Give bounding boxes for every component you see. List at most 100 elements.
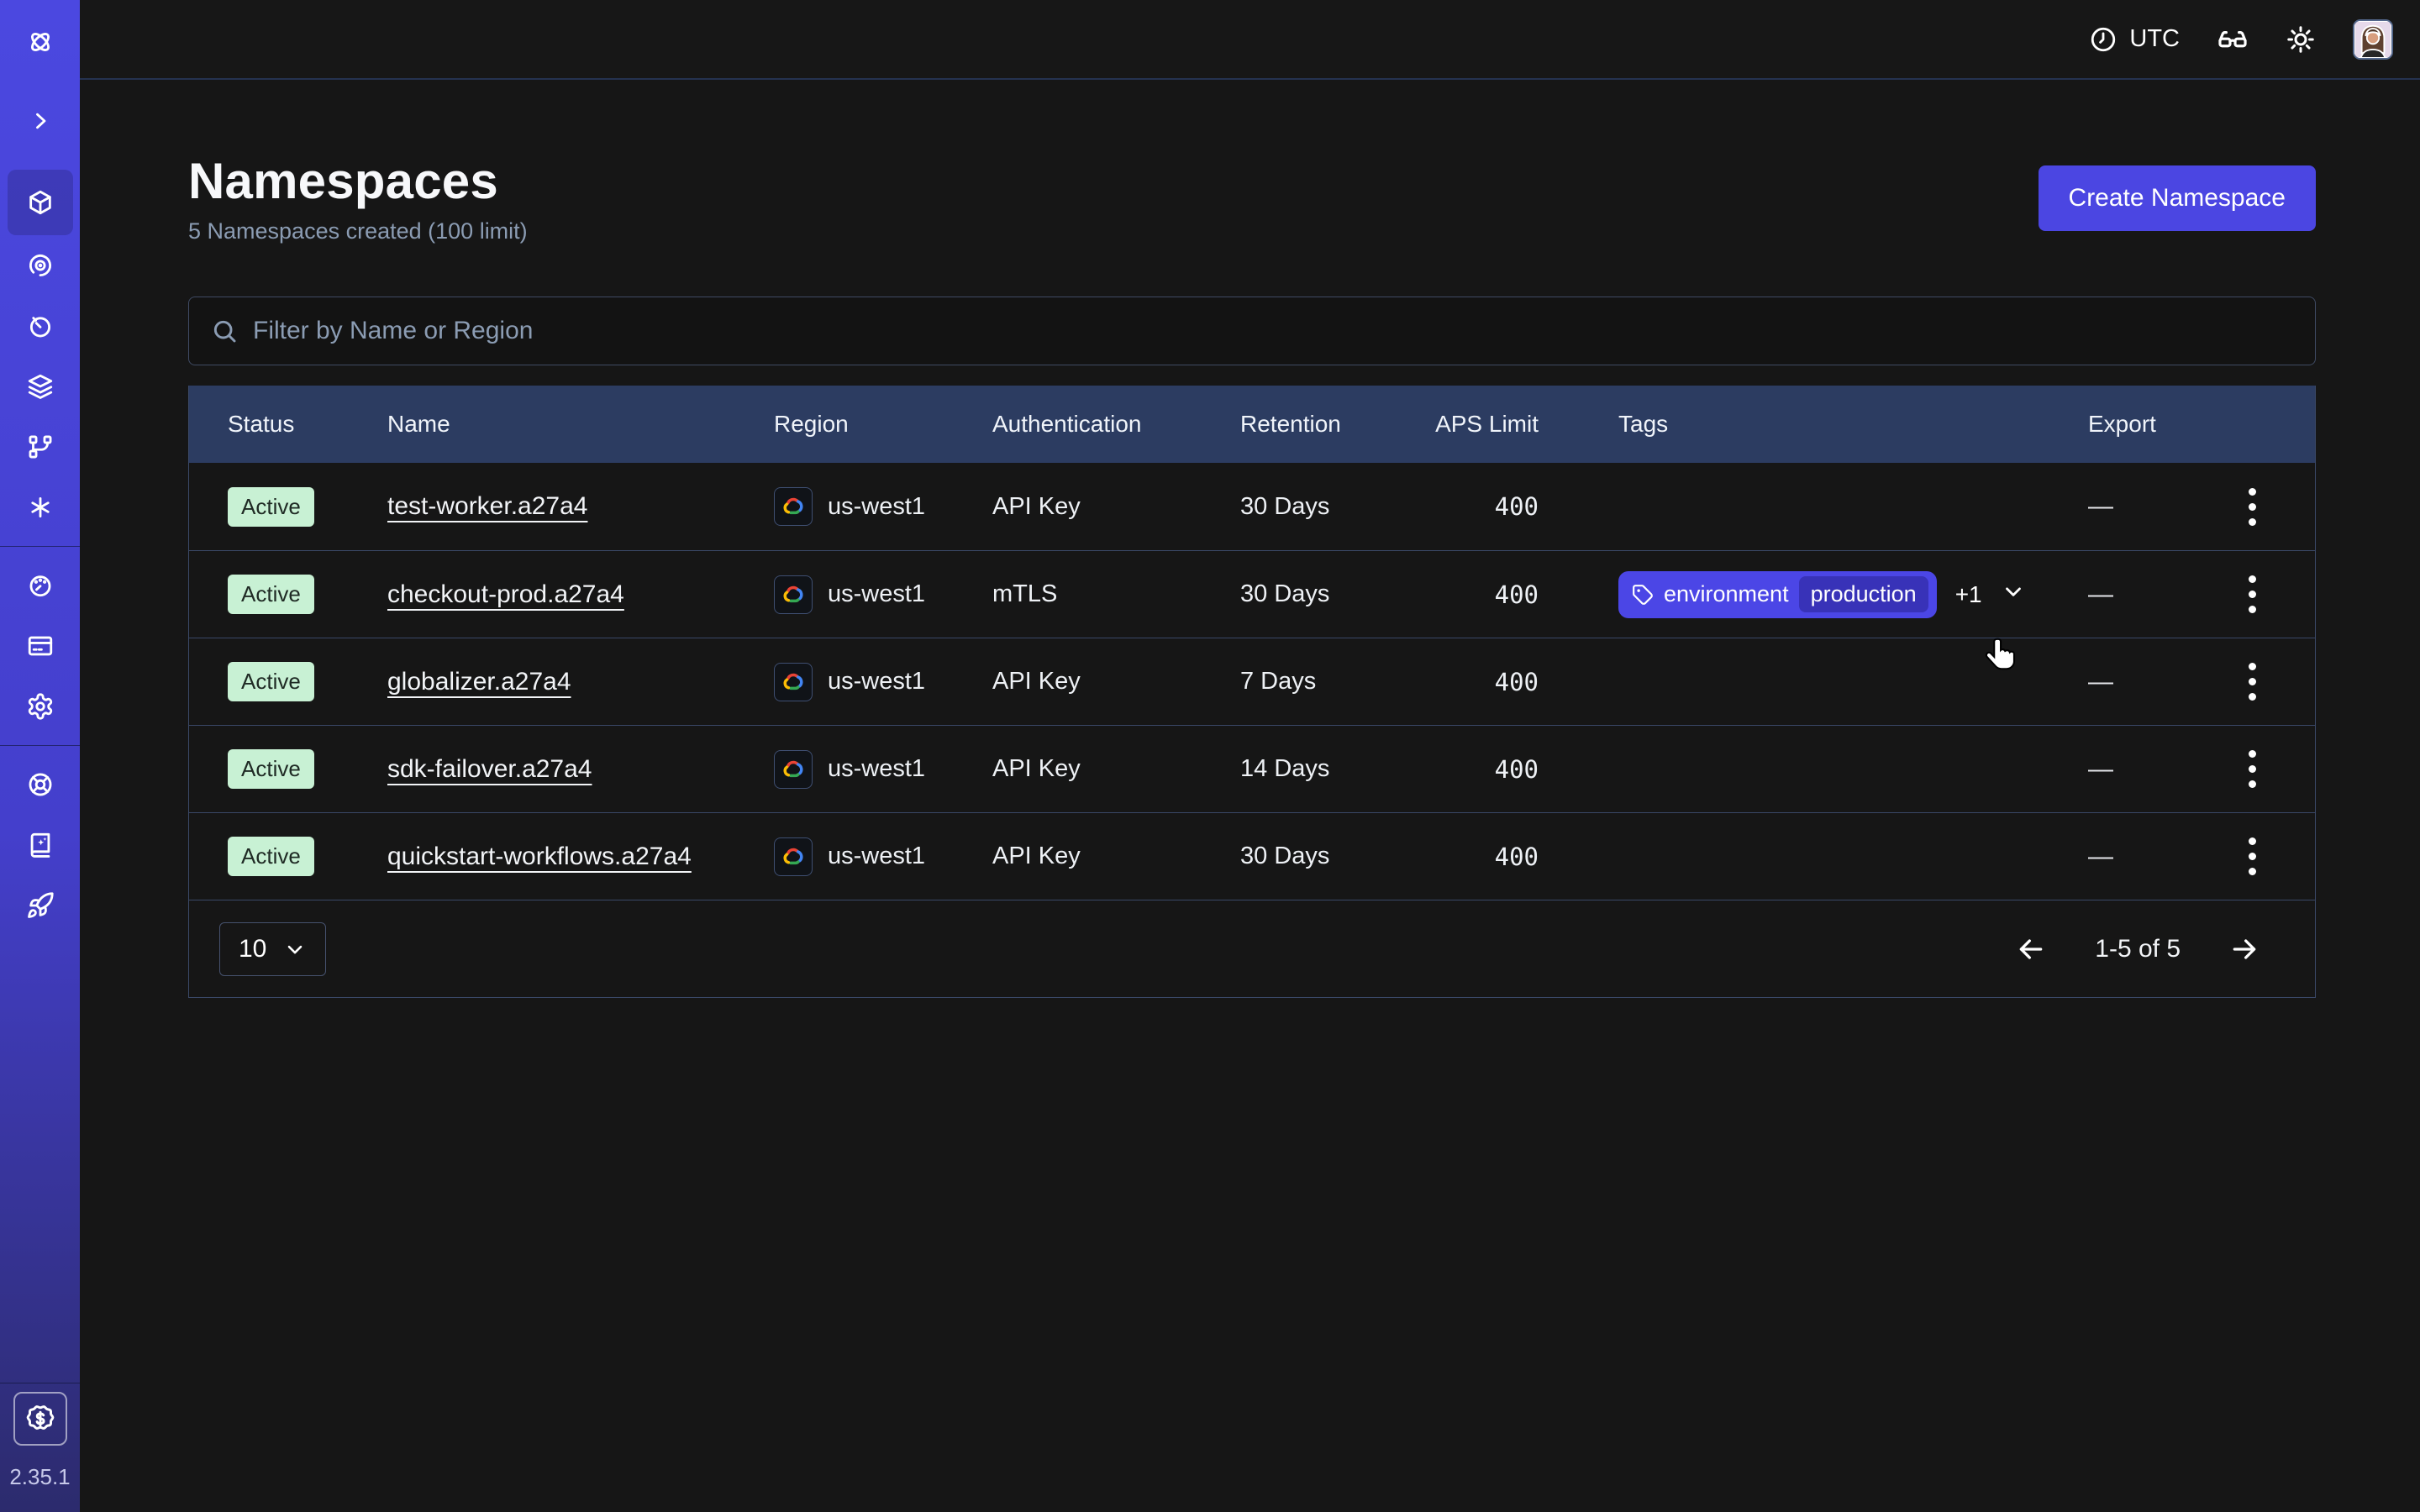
col-authentication: Authentication: [992, 411, 1240, 438]
lifebuoy-icon: [26, 770, 55, 799]
create-namespace-button[interactable]: Create Namespace: [2039, 165, 2316, 231]
row-actions-menu[interactable]: [2242, 656, 2263, 707]
namespace-link[interactable]: sdk-failover.a27a4: [387, 755, 592, 783]
table-row: Active quickstart-workflows.a27a4 us-wes…: [189, 812, 2315, 900]
row-actions-menu[interactable]: [2242, 831, 2263, 882]
asterisk-icon: [26, 493, 55, 522]
table-footer: 10 1-5 of 5: [189, 900, 2315, 997]
temporal-logo-icon[interactable]: [8, 12, 73, 72]
filter-bar: [188, 297, 2316, 365]
namespace-link[interactable]: globalizer.a27a4: [387, 668, 571, 696]
retention-value: 30 Days: [1240, 493, 1434, 521]
auth-method: API Key: [992, 493, 1240, 521]
glasses-icon: [2217, 24, 2249, 55]
next-page-button[interactable]: [2228, 932, 2261, 966]
region-label: us-west1: [828, 580, 925, 608]
page-size-select[interactable]: 10: [219, 922, 326, 976]
row-actions-menu[interactable]: [2242, 569, 2263, 620]
col-name: Name: [387, 411, 774, 438]
sidebar-divider: [0, 745, 80, 746]
namespace-link[interactable]: test-worker.a27a4: [387, 492, 587, 520]
sidebar-item-billing[interactable]: [8, 616, 73, 676]
col-export: Export: [2088, 411, 2223, 438]
timer-icon: [26, 312, 55, 340]
theme-toggle[interactable]: [2286, 24, 2316, 55]
col-region: Region: [774, 411, 992, 438]
row-actions-menu[interactable]: [2242, 481, 2263, 533]
sidebar-item-workflows[interactable]: [8, 235, 73, 296]
namespace-link[interactable]: quickstart-workflows.a27a4: [387, 843, 692, 870]
col-tags: Tags: [1539, 411, 2088, 438]
export-value: —: [2088, 580, 2223, 609]
sidebar-item-getting-started[interactable]: [8, 875, 73, 936]
namespace-count: 5 Namespaces created (100 limit): [188, 218, 528, 244]
arrow-left-icon: [2014, 932, 2048, 966]
credits-button[interactable]: [13, 1392, 67, 1446]
sidebar-item-usage[interactable]: [8, 555, 73, 616]
git-branch-icon: [26, 433, 55, 461]
accessibility-toggle[interactable]: [2217, 24, 2249, 55]
auth-method: API Key: [992, 755, 1240, 783]
table-header: Status Name Region Authentication Retent…: [189, 386, 2315, 463]
sidebar: 2.35.1: [0, 0, 80, 1512]
status-badge: Active: [228, 837, 314, 876]
aps-limit-value: 400: [1434, 492, 1539, 521]
table-row: Active checkout-prod.a27a4 us-west1 mTLS…: [189, 550, 2315, 638]
region-label: us-west1: [828, 493, 925, 521]
auth-method: API Key: [992, 843, 1240, 870]
tag-more-count: +1: [1955, 581, 1982, 608]
user-avatar[interactable]: [2353, 19, 2393, 60]
rocket-icon: [26, 891, 55, 920]
sidebar-divider: [0, 546, 80, 547]
auth-method: mTLS: [992, 580, 1240, 608]
status-badge: Active: [228, 749, 314, 789]
aps-limit-value: 400: [1434, 755, 1539, 784]
sidebar-item-namespaces[interactable]: [8, 170, 73, 235]
col-aps-limit: APS Limit: [1434, 411, 1539, 438]
page-title: Namespaces: [188, 152, 528, 210]
timezone-label: UTC: [2129, 25, 2180, 53]
cube-icon: [26, 188, 55, 217]
row-actions-menu[interactable]: [2242, 743, 2263, 795]
gauge-icon: [26, 571, 55, 600]
sidebar-expand-chevron-icon[interactable]: [8, 91, 73, 151]
table-row: Active sdk-failover.a27a4 us-west1 API K…: [189, 725, 2315, 812]
region-label: us-west1: [828, 668, 925, 696]
prev-page-button[interactable]: [2014, 932, 2048, 966]
app-version: 2.35.1: [9, 1464, 70, 1490]
sidebar-item-settings[interactable]: [8, 676, 73, 737]
gcp-cloud-icon: [774, 663, 813, 701]
namespace-link[interactable]: checkout-prod.a27a4: [387, 580, 624, 608]
page-range: 1-5 of 5: [2095, 935, 2181, 963]
region-label: us-west1: [828, 843, 925, 870]
gcp-cloud-icon: [774, 575, 813, 614]
status-badge: Active: [228, 662, 314, 701]
sidebar-item-docs[interactable]: [8, 815, 73, 875]
chevron-down-icon: [2001, 579, 2026, 604]
table-body: Active test-worker.a27a4 us-west1 API Ke…: [189, 463, 2315, 900]
tag-icon: [1632, 584, 1654, 606]
tags-expand-chevron[interactable]: [2001, 579, 2026, 611]
clock-icon: [2089, 25, 2118, 54]
gcp-cloud-icon: [774, 837, 813, 876]
sidebar-item-schedules[interactable]: [8, 296, 73, 356]
status-badge: Active: [228, 487, 314, 527]
aps-limit-value: 400: [1434, 843, 1539, 871]
sidebar-item-deployments[interactable]: [8, 417, 73, 477]
main-content: Namespaces 5 Namespaces created (100 lim…: [80, 80, 2420, 1512]
filter-input[interactable]: [253, 317, 2293, 345]
page-size-value: 10: [239, 935, 266, 963]
export-value: —: [2088, 492, 2223, 521]
tag-badge[interactable]: environment production: [1618, 571, 1937, 618]
auth-method: API Key: [992, 668, 1240, 696]
sidebar-item-nexus[interactable]: [8, 477, 73, 538]
sidebar-item-batch-operations[interactable]: [8, 356, 73, 417]
tag-key: environment: [1664, 581, 1789, 607]
namespaces-table: Status Name Region Authentication Retent…: [188, 386, 2316, 998]
book-sparkles-icon: [26, 831, 55, 859]
timezone-selector[interactable]: UTC: [2089, 25, 2180, 54]
sidebar-item-support[interactable]: [8, 754, 73, 815]
retention-value: 14 Days: [1240, 755, 1434, 783]
export-value: —: [2088, 668, 2223, 696]
gear-icon: [26, 692, 55, 721]
